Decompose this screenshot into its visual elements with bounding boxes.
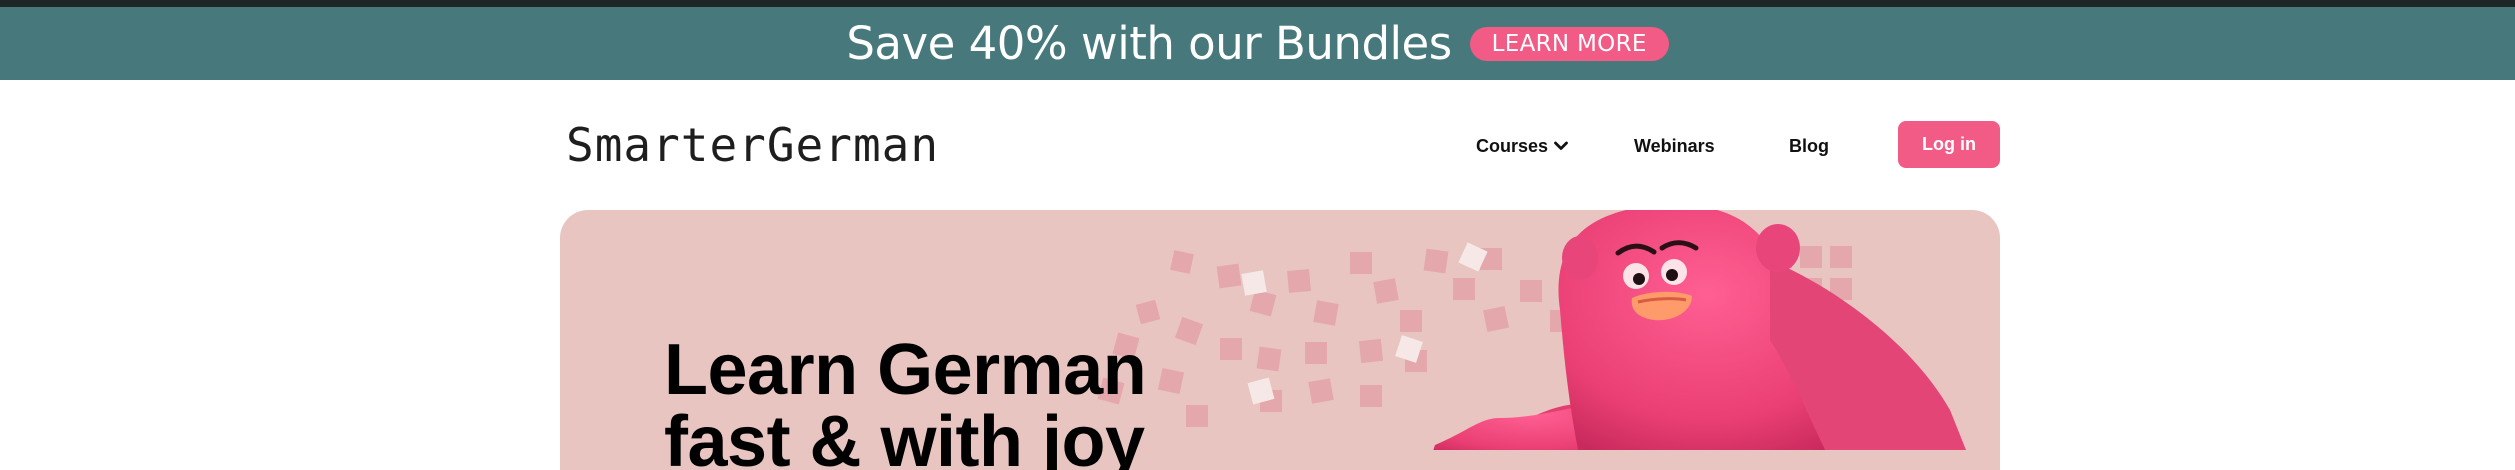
site-logo[interactable]: SmarterGerman	[566, 117, 939, 173]
promo-banner: Save 40% with our Bundles LEARN MORE	[0, 7, 2515, 80]
hero-title-line1: Learn German	[664, 330, 1147, 410]
hero-title: Learn German fast & with joy	[664, 330, 1147, 470]
hero-title-line2: fast & with joy	[664, 402, 1145, 470]
login-button[interactable]: Log in	[1898, 121, 2000, 168]
nav-courses[interactable]: Courses	[1476, 131, 1568, 161]
promo-text: Save 40% with our Bundles	[846, 17, 1452, 70]
browser-top-strip	[0, 0, 2515, 7]
nav-courses-label: Courses	[1476, 135, 1549, 156]
hero-section: Learn German fast & with joy	[560, 210, 2000, 470]
nav-blog[interactable]: Blog	[1789, 131, 1829, 161]
mascot-icon	[1433, 210, 1966, 450]
nav-webinars[interactable]: Webinars	[1634, 131, 1715, 161]
learn-more-button[interactable]: LEARN MORE	[1469, 26, 1669, 61]
chevron-down-icon	[1554, 141, 1568, 150]
